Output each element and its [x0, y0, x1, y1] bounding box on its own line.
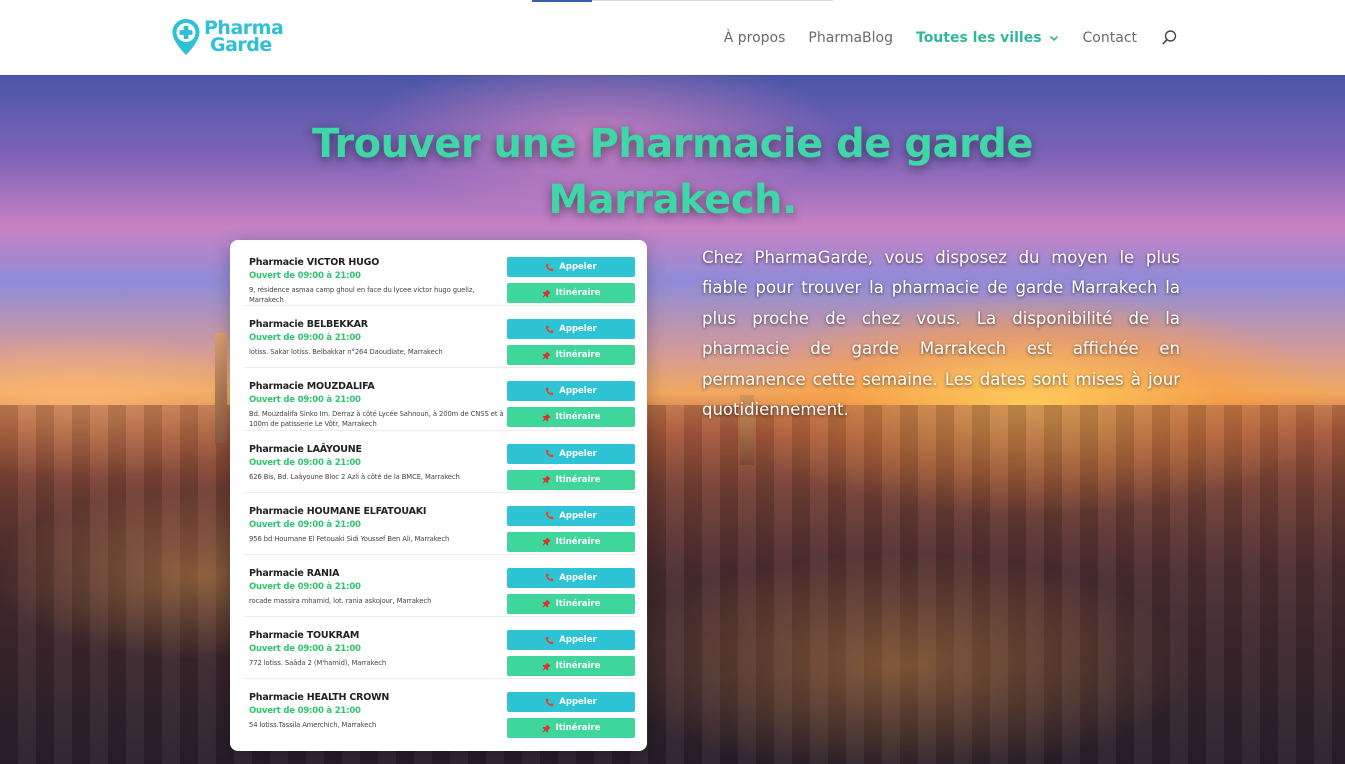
phone-icon [546, 574, 554, 582]
pharmacy-hours: Ouvert de 09:00 à 21:00 [249, 457, 361, 468]
pushpin-icon [542, 288, 551, 298]
pharmacy-address: 772 lotiss. Saâda 2 (M'hamid), Marrakech [249, 659, 387, 668]
directions-label: Itinéraire [555, 598, 601, 609]
pushpin-icon [542, 475, 551, 484]
pharmacy-hours: Ouvert de 09:00 à 21:00 [249, 519, 361, 530]
directions-button[interactable]: Itinéraire [507, 593, 635, 614]
pharmacy-list: Pharmacie VICTOR HUGO Ouvert de 09:00 à … [230, 240, 647, 751]
directions-button[interactable]: Itinéraire [507, 531, 635, 552]
call-button[interactable]: Appeler [507, 257, 635, 277]
pharmacy-item: Pharmacie LAÂYOUNE Ouvert de 09:00 à 21:… [244, 431, 637, 493]
pharmacy-hours: Ouvert de 09:00 à 21:00 [249, 271, 361, 281]
search-icon[interactable] [1161, 29, 1178, 46]
pushpin-icon [542, 413, 551, 422]
call-label: Appeler [559, 697, 597, 708]
call-label: Appeler [559, 386, 597, 397]
chevron-down-icon [1049, 35, 1058, 41]
pharmacy-item: Pharmacie BELBEKKAR Ouvert de 09:00 à 21… [244, 306, 637, 369]
directions-button[interactable]: Itinéraire [507, 469, 635, 490]
directions-label: Itinéraire [555, 723, 601, 734]
nav-about[interactable]: À propos [724, 30, 786, 46]
directions-label: Itinéraire [555, 288, 601, 298]
phone-icon [546, 325, 554, 333]
pharmacy-item: Pharmacie VICTOR HUGO Ouvert de 09:00 à … [244, 244, 637, 307]
call-button[interactable]: Appeler [507, 319, 635, 340]
call-button[interactable]: Appeler [507, 443, 635, 464]
site-header: Pharma Garde À propos PharmaBlog Toutes … [0, 0, 1345, 75]
pharmacy-name: Pharmacie LAÂYOUNE [249, 443, 362, 455]
pushpin-icon [542, 599, 551, 609]
call-button[interactable]: Appeler [507, 381, 635, 402]
pharmacy-hours: Ouvert de 09:00 à 21:00 [249, 581, 361, 592]
call-label: Appeler [559, 572, 597, 583]
pushpin-icon [542, 662, 551, 671]
pharmacy-address: lotiss. Sakar lotiss. Belbakkar n°264 Da… [249, 348, 443, 357]
call-label: Appeler [559, 510, 597, 521]
directions-label: Itinéraire [555, 661, 601, 672]
call-button[interactable]: Appeler [507, 630, 635, 651]
minaret-image [215, 333, 227, 443]
pharmacy-hours: Ouvert de 09:00 à 21:00 [249, 706, 361, 717]
nav-pharmablog[interactable]: PharmaBlog [808, 30, 893, 46]
nav-all-cities-label: Toutes les villes [916, 29, 1042, 46]
pharmacy-hours: Ouvert de 09:00 à 21:00 [249, 395, 361, 406]
site-logo[interactable]: Pharma Garde [171, 16, 284, 58]
directions-label: Itinéraire [555, 412, 601, 423]
pharmacy-name: Pharmacie VICTOR HUGO [249, 257, 380, 268]
directions-button[interactable]: Itinéraire [507, 656, 635, 677]
pharmacy-name: Pharmacie BELBEKKAR [249, 319, 368, 331]
directions-button[interactable]: Itinéraire [507, 283, 635, 303]
directions-button[interactable]: Itinéraire [507, 718, 635, 739]
pharmacy-address: 9, résidence asmaa camp ghoul en face du… [249, 286, 475, 304]
call-label: Appeler [559, 448, 597, 459]
pharmacy-address: 626 Bis, Bd. Laâyoune Bloc 2 Azli à côté… [249, 472, 460, 481]
pharmacy-hours: Ouvert de 09:00 à 21:00 [249, 333, 361, 344]
pharmacy-hours: Ouvert de 09:00 à 21:00 [249, 644, 361, 655]
pushpin-icon [542, 724, 551, 733]
hero-background-image [0, 405, 1345, 764]
pharmacy-name: Pharmacie TOUKRAM [249, 630, 360, 642]
pushpin-icon [542, 537, 551, 546]
phone-icon [546, 387, 554, 396]
phone-icon [546, 698, 554, 707]
pharmacy-item: Pharmacie HOUMANE ELFATOUAKI Ouvert de 0… [244, 493, 637, 555]
pharmacy-name: Pharmacie HEALTH CROWN [249, 692, 390, 704]
pharmacy-name: Pharmacie HOUMANE ELFATOUAKI [249, 505, 427, 517]
main-nav: À propos PharmaBlog Toutes les villes Co… [701, 29, 1178, 46]
hero-description: Chez PharmaGarde, vous disposez du moyen… [702, 248, 1180, 420]
phone-icon [546, 636, 554, 644]
pharmacy-item: Pharmacie RANIA Ouvert de 09:00 à 21:00 … [244, 555, 637, 618]
phone-icon [546, 449, 554, 458]
phone-icon [546, 511, 554, 520]
pharmacy-address: Bd. Mouzdalifa Sinko Im. Derraz à côté L… [249, 410, 504, 429]
call-button[interactable]: Appeler [507, 692, 635, 713]
call-label: Appeler [559, 324, 597, 335]
pushpin-icon [542, 351, 551, 360]
pharmacy-address: 956 bd Houmane El Fetouaki Sidi Youssef … [249, 534, 450, 543]
pharmacy-address: rocade massira mhamid, lot. rania askojo… [249, 596, 432, 605]
directions-button[interactable]: Itinéraire [507, 345, 635, 366]
pharmacy-address: 54 lotiss.Tassila Amerchich, Marrakech [249, 721, 377, 730]
directions-label: Itinéraire [555, 536, 601, 547]
pharmacy-item: Pharmacie TOUKRAM Ouvert de 09:00 à 21:0… [244, 617, 637, 680]
nav-all-cities[interactable]: Toutes les villes [916, 30, 1060, 46]
pharmacy-item: Pharmacie HEALTH CROWN Ouvert de 09:00 à… [244, 679, 637, 741]
call-button[interactable]: Appeler [507, 505, 635, 526]
directions-button[interactable]: Itinéraire [507, 407, 635, 428]
pin-cross-icon [172, 19, 200, 55]
directions-label: Itinéraire [555, 474, 601, 485]
phone-icon [546, 263, 554, 271]
nav-contact[interactable]: Contact [1083, 30, 1137, 46]
loading-bar [532, 0, 833, 2]
directions-label: Itinéraire [555, 350, 601, 361]
pharmacy-item: Pharmacie MOUZDALIFA Ouvert de 09:00 à 2… [244, 368, 637, 431]
pharmacy-name: Pharmacie RANIA [249, 567, 340, 579]
hero-title: Trouver une Pharmacie de garde Marrakech… [312, 121, 1033, 223]
call-label: Appeler [559, 262, 597, 272]
call-button[interactable]: Appeler [507, 567, 635, 588]
logo-line2: Garde [210, 34, 272, 56]
pharmacy-name: Pharmacie MOUZDALIFA [249, 381, 375, 393]
call-label: Appeler [559, 635, 597, 646]
